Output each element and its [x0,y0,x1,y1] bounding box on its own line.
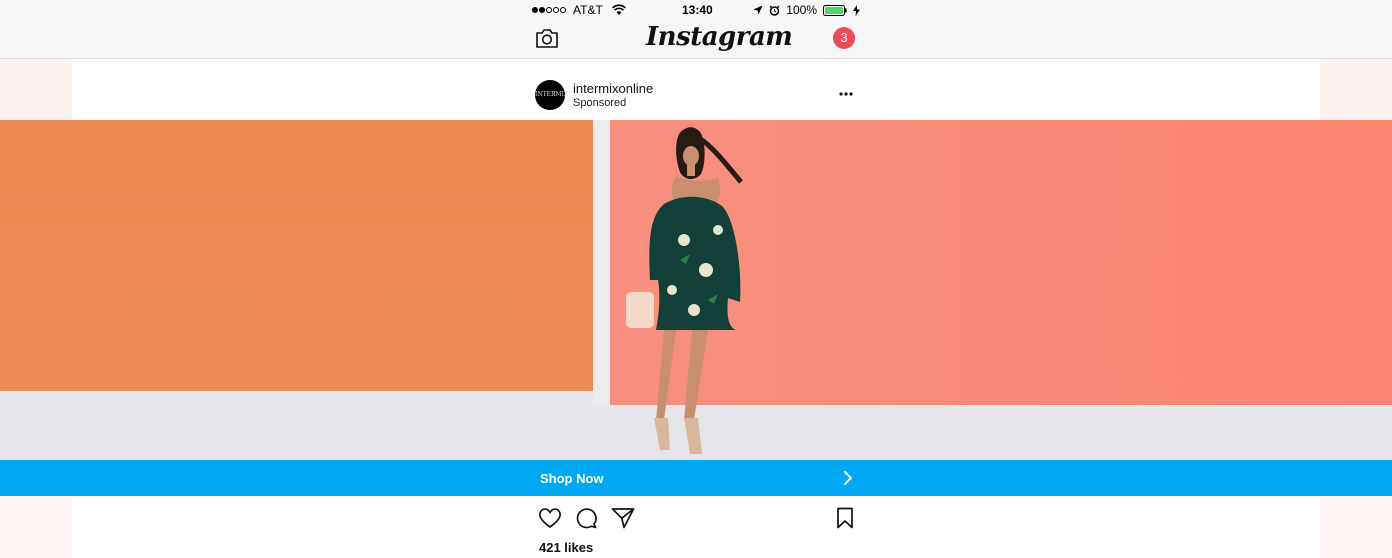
bookmark-icon[interactable] [836,507,854,529]
charging-bolt-icon [853,4,860,16]
alarm-clock-icon [769,5,780,16]
shop-now-bar[interactable]: Shop Now [0,460,1392,496]
action-bar [72,496,1320,536]
clock: 13:40 [682,3,713,17]
post-header: INTERMIX intermixonline Sponsored [72,60,1320,120]
location-arrow-icon [753,5,763,14]
page-margin-left-bottom [0,496,72,558]
page-margin-right-bottom [1320,496,1392,558]
nav-bar: Instagram 3 [0,20,1392,59]
account-name[interactable]: intermixonline [573,81,653,96]
battery-percent: 100% [786,3,817,17]
sponsored-label: Sponsored [573,97,627,109]
wifi-icon [611,4,626,15]
carrier-name: AT&T [573,3,603,17]
camera-icon[interactable] [535,27,559,49]
chevron-right-icon[interactable] [843,471,853,485]
orange-panel [0,120,593,391]
wall-gap [593,120,610,405]
heart-icon[interactable] [538,507,562,529]
battery-icon [823,4,847,16]
status-bar: AT&T 13:40 100% [0,0,1392,20]
notification-badge[interactable]: 3 [833,27,855,49]
avatar[interactable]: INTERMIX [535,80,568,110]
post-image[interactable] [0,120,1392,460]
more-options-icon[interactable] [839,92,853,96]
post-photo [0,120,1392,460]
app-logo: Instagram [646,22,793,52]
status-left: AT&T [532,3,626,17]
shop-now-button[interactable]: Shop Now [540,471,604,486]
status-right: 100% [753,3,860,17]
signal-strength-icon [532,7,566,13]
likes-count[interactable]: 421 likes [539,540,593,555]
comment-icon[interactable] [575,507,597,529]
share-icon[interactable] [611,507,635,529]
